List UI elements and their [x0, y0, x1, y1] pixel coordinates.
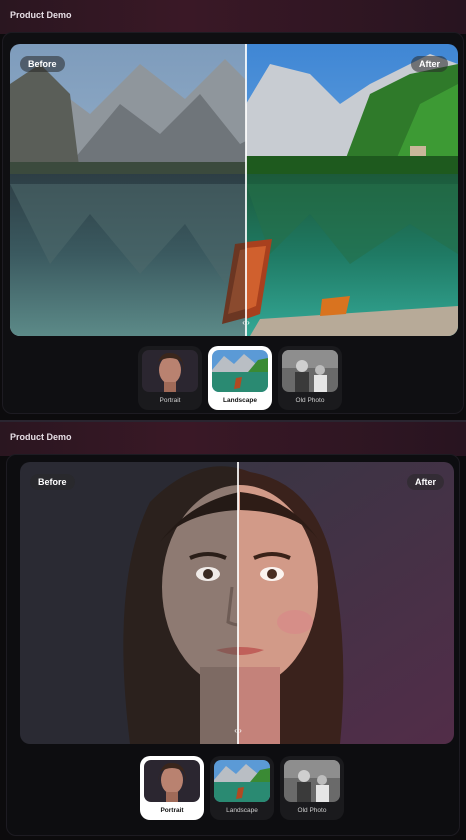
landscape-thumb-icon: [212, 350, 268, 392]
after-image: [238, 462, 454, 744]
compare-divider[interactable]: [237, 462, 239, 744]
old-photo-thumb-icon: [282, 350, 338, 392]
thumb-old-photo[interactable]: Old Photo: [278, 346, 342, 410]
thumb-landscape[interactable]: Landscape: [208, 346, 272, 410]
thumb-label: Portrait: [160, 807, 184, 814]
header-bar: Product Demo: [0, 0, 466, 34]
before-image: [20, 462, 238, 744]
compare-divider[interactable]: [245, 44, 247, 336]
thumb-label: Old Photo: [295, 397, 325, 404]
section-title: Product Demo: [10, 432, 72, 442]
thumb-landscape[interactable]: Landscape: [210, 756, 274, 820]
thumb-old-photo[interactable]: Old Photo: [280, 756, 344, 820]
portrait-thumb-icon: [142, 350, 198, 392]
before-image: [10, 44, 246, 336]
before-label: Before: [20, 56, 65, 72]
header-bar: Product Demo: [0, 422, 466, 456]
thumb-portrait[interactable]: Portrait: [140, 756, 204, 820]
after-label: After: [410, 56, 448, 72]
sample-selector: Portrait Landscape Old Photo: [140, 756, 344, 820]
after-image: [246, 44, 458, 336]
thumb-label: Landscape: [226, 807, 258, 814]
before-after-viewer[interactable]: ‹ › Before After: [10, 44, 458, 336]
old-photo-thumb-icon: [284, 760, 340, 802]
demo-section-landscape: Product Demo ‹ › Before After Portrait L…: [0, 0, 466, 420]
thumb-label: Portrait: [159, 397, 181, 404]
after-label: After: [406, 474, 444, 490]
divider-handle-icon[interactable]: ‹ ›: [230, 726, 246, 736]
divider-handle-icon[interactable]: ‹ ›: [238, 318, 254, 328]
section-title: Product Demo: [10, 10, 72, 20]
thumb-label: Landscape: [223, 397, 257, 404]
thumb-portrait[interactable]: Portrait: [138, 346, 202, 410]
demo-section-portrait: Product Demo ‹ › Before After Portrait L…: [0, 420, 466, 840]
sample-selector: Portrait Landscape Old Photo: [138, 346, 342, 410]
landscape-thumb-icon: [214, 760, 270, 802]
portrait-thumb-icon: [144, 760, 200, 802]
before-label: Before: [30, 474, 75, 490]
thumb-label: Old Photo: [297, 807, 327, 814]
before-after-viewer[interactable]: ‹ › Before After: [20, 462, 454, 744]
